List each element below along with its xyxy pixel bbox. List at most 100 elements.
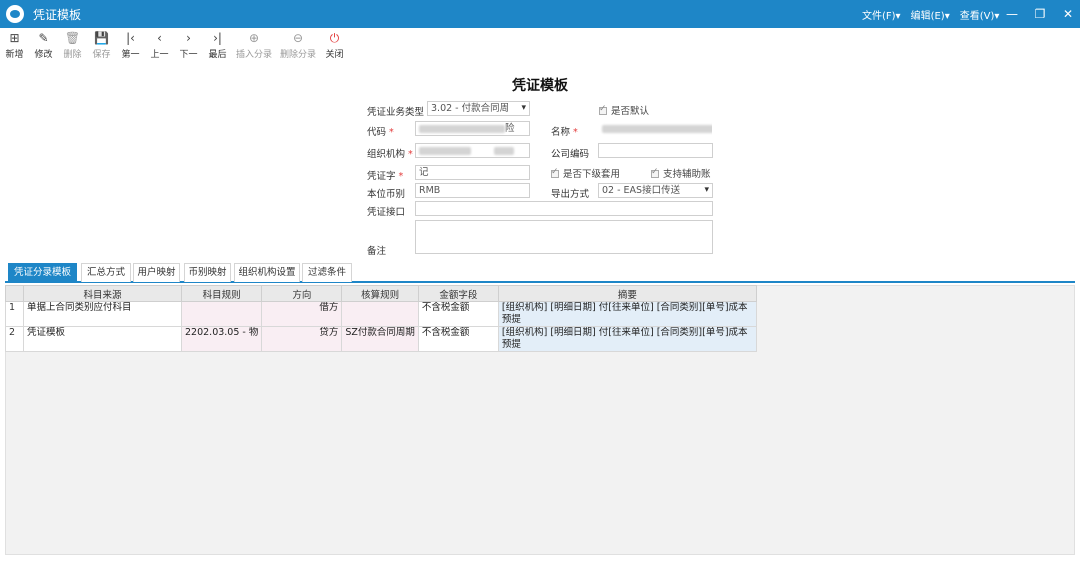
table-row[interactable]: 1 单据上合同类别应付科目 借方 不含税金额 [组织机构] [明细日期] 付[往… bbox=[5, 301, 757, 327]
toolbar-label: 下一 bbox=[179, 50, 198, 60]
cell-calc[interactable] bbox=[341, 301, 419, 327]
subordinate-checkbox[interactable]: 是否下级套用 bbox=[551, 166, 620, 180]
col-header-calc[interactable]: 核算规则 bbox=[341, 285, 419, 302]
checkbox-icon bbox=[551, 167, 559, 178]
toolbar-label: 删除分录 bbox=[280, 50, 317, 60]
name-label: 名称 bbox=[551, 124, 578, 138]
tab-currency-mapping[interactable]: 币别映射 bbox=[184, 263, 231, 282]
voucher-word-input[interactable]: 记 bbox=[415, 165, 530, 180]
redacted-value bbox=[494, 146, 515, 155]
col-header-amount[interactable]: 金额字段 bbox=[417, 285, 499, 302]
new-icon: ⊞ bbox=[9, 31, 20, 45]
toolbar-button-prev[interactable]: ‹ 上一 bbox=[145, 31, 174, 63]
cell-amount[interactable]: 不含税金额 bbox=[417, 301, 499, 327]
toolbar-label: 第一 bbox=[121, 50, 140, 60]
toolbar-label: 保存 bbox=[92, 50, 111, 60]
org-label: 组织机构 bbox=[367, 146, 413, 160]
next-icon: › bbox=[186, 31, 191, 45]
tab-user-mapping[interactable]: 用户映射 bbox=[133, 263, 180, 282]
currency-label: 本位币别 bbox=[367, 189, 406, 200]
app-logo-icon bbox=[6, 5, 24, 23]
tab-entry-template[interactable]: 凭证分录模板 bbox=[8, 263, 77, 282]
menu-bar: 文件(F)▾ 编辑(E)▾ 查看(V)▾ bbox=[862, 0, 999, 28]
toolbar-button-first[interactable]: |‹ 第一 bbox=[116, 31, 145, 63]
aux-label: 支持辅助账 bbox=[663, 169, 711, 180]
window-title: 凭证模板 bbox=[33, 7, 82, 22]
col-header-summary[interactable]: 摘要 bbox=[497, 285, 757, 302]
interface-label: 凭证接口 bbox=[367, 207, 406, 218]
menu-view[interactable]: 查看(V)▾ bbox=[960, 7, 1000, 22]
cell-source[interactable]: 凭证模板 bbox=[23, 326, 182, 352]
cell-summary[interactable]: [组织机构] [明细日期] 付[往来单位] [合同类别][单号]成本预提 bbox=[497, 301, 757, 327]
toolbar-button-save[interactable]: 💾 保存 bbox=[87, 31, 116, 63]
currency-input[interactable]: RMB bbox=[415, 183, 530, 198]
table-row[interactable]: 2 凭证模板 2202.03.05 - 物 贷方 SZ付款合同周期 不含税金额 … bbox=[5, 326, 757, 352]
menu-file[interactable]: 文件(F)▾ bbox=[862, 7, 901, 22]
toolbar-button-new[interactable]: ⊞ 新增 bbox=[0, 31, 29, 63]
first-icon: |‹ bbox=[126, 31, 135, 45]
org-input[interactable] bbox=[415, 143, 530, 158]
tab-org-settings[interactable]: 组织机构设置 bbox=[234, 263, 300, 282]
code-value-suffix: 险 bbox=[505, 123, 515, 134]
toolbar-button-power[interactable]: ⏻ 关闭 bbox=[320, 31, 349, 63]
toolbar-button-delete[interactable]: 🗑 删除 bbox=[58, 31, 87, 63]
is-default-label: 是否默认 bbox=[611, 106, 650, 117]
tab-summary-method[interactable]: 汇总方式 bbox=[81, 263, 131, 282]
close-window-icon[interactable]: ✕ bbox=[1062, 7, 1074, 21]
cell-amount[interactable]: 不含税金额 bbox=[417, 326, 499, 352]
toolbar-button-insert-entry[interactable]: ⊕ 插入分录 bbox=[232, 31, 276, 63]
toolbar: ⊞ 新增 ✎ 修改 🗑 删除 💾 保存 |‹ 第一 ‹ 上一 › 下一 ›| 最后 ⊕ 插入分录 ⊖ 删除分录 ⏻ 关闭 bbox=[0, 31, 349, 63]
row-number: 2 bbox=[5, 326, 24, 352]
toolbar-button-delete-entry[interactable]: ⊖ 删除分录 bbox=[276, 31, 320, 63]
col-header-rule[interactable]: 科目规则 bbox=[180, 285, 263, 302]
cell-summary[interactable]: [组织机构] [明细日期] 付[往来单位] [合同类别][单号]成本预提 bbox=[497, 326, 757, 352]
cell-direction[interactable]: 贷方 bbox=[261, 326, 343, 352]
title-bar: 凭证模板 文件(F)▾ 编辑(E)▾ 查看(V)▾ — ❐ ✕ bbox=[0, 0, 1080, 28]
remark-label: 备注 bbox=[367, 246, 387, 257]
tab-filter[interactable]: 过滤条件 bbox=[302, 263, 352, 282]
toolbar-button-edit[interactable]: ✎ 修改 bbox=[29, 31, 58, 63]
redacted-value bbox=[419, 146, 471, 155]
bottom-area bbox=[0, 556, 1080, 579]
row-number: 1 bbox=[5, 301, 24, 327]
company-code-input[interactable] bbox=[598, 143, 713, 158]
cell-rule[interactable]: 2202.03.05 - 物 bbox=[180, 326, 263, 352]
minimize-icon[interactable]: — bbox=[1006, 7, 1018, 21]
entry-grid: 科目来源 科目规则 方向 核算规则 金额字段 摘要 1 单据上合同类别应付科目 … bbox=[5, 285, 757, 352]
aux-checkbox[interactable]: 支持辅助账 bbox=[651, 166, 711, 180]
remark-textarea[interactable] bbox=[415, 220, 713, 254]
cell-calc[interactable]: SZ付款合同周期 bbox=[341, 326, 419, 352]
edit-icon: ✎ bbox=[38, 31, 49, 45]
col-header-rownum bbox=[5, 285, 24, 302]
delete-icon: 🗑 bbox=[64, 31, 81, 45]
cell-rule[interactable] bbox=[180, 301, 263, 327]
code-input[interactable]: 险 bbox=[415, 121, 530, 136]
cell-direction[interactable]: 借方 bbox=[261, 301, 343, 327]
toolbar-button-last[interactable]: ›| 最后 bbox=[203, 31, 232, 63]
redacted-value bbox=[602, 124, 712, 133]
col-header-direction[interactable]: 方向 bbox=[261, 285, 343, 302]
name-input[interactable] bbox=[598, 121, 713, 136]
insert-entry-icon: ⊕ bbox=[248, 31, 260, 45]
menu-edit[interactable]: 编辑(E)▾ bbox=[911, 7, 950, 22]
col-header-source[interactable]: 科目来源 bbox=[23, 285, 182, 302]
voucher-word-label: 凭证字 bbox=[367, 168, 403, 182]
toolbar-label: 修改 bbox=[34, 50, 53, 60]
checkbox-icon bbox=[651, 167, 659, 178]
code-label: 代码 bbox=[367, 124, 394, 138]
toolbar-button-next[interactable]: › 下一 bbox=[174, 31, 203, 63]
interface-input[interactable] bbox=[415, 201, 713, 216]
save-icon: 💾 bbox=[94, 31, 109, 45]
page-title: 凭证模板 bbox=[512, 78, 568, 94]
business-type-select[interactable]: 3.02 - 付款合同周 bbox=[427, 101, 530, 116]
grid-header-row: 科目来源 科目规则 方向 核算规则 金额字段 摘要 bbox=[5, 285, 757, 302]
cell-source[interactable]: 单据上合同类别应付科目 bbox=[23, 301, 182, 327]
export-select[interactable]: 02 - EAS接口传送 bbox=[598, 183, 713, 198]
restore-icon[interactable]: ❐ bbox=[1034, 7, 1046, 21]
business-type-label: 凭证业务类型 bbox=[367, 104, 432, 118]
toolbar-label: 新增 bbox=[5, 50, 24, 60]
window-controls: — ❐ ✕ bbox=[1006, 0, 1074, 28]
is-default-checkbox[interactable]: 是否默认 bbox=[599, 103, 649, 117]
toolbar-label: 插入分录 bbox=[236, 50, 273, 60]
redacted-value bbox=[419, 124, 505, 133]
